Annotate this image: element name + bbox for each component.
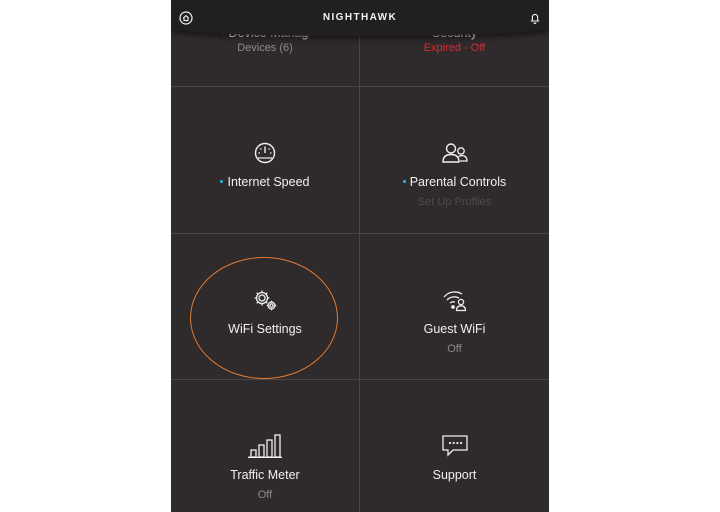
speedometer-icon <box>254 142 276 164</box>
tile-label: Support <box>432 468 477 482</box>
tile-status: Set Up Profiles <box>417 196 492 208</box>
tile-parental-controls[interactable]: Parental Controls Set Up Profiles <box>360 87 549 233</box>
bell-icon[interactable] <box>528 11 542 25</box>
new-indicator-dot <box>220 180 224 184</box>
chat-bubble-icon <box>441 435 468 457</box>
bar-chart-icon <box>248 434 282 458</box>
tile-label: Guest WiFi <box>423 322 486 336</box>
new-indicator-dot <box>402 180 406 184</box>
tile-traffic-meter[interactable]: Traffic Meter Off <box>171 380 359 512</box>
tile-label: Parental Controls <box>402 175 506 189</box>
app-logo: NIGHTHAWK <box>322 12 398 23</box>
guest-wifi-icon <box>443 291 466 312</box>
tile-internet-speed[interactable]: Internet Speed <box>171 87 359 233</box>
users-icon <box>441 143 468 163</box>
tile-status: Off <box>257 489 273 501</box>
tile-status: Expired - Off <box>423 42 486 54</box>
tile-support[interactable]: Support <box>360 380 549 512</box>
tile-guest-wifi[interactable]: Guest WiFi Off <box>360 234 549 379</box>
app-header: NIGHTHAWK <box>171 0 549 36</box>
highlight-ring <box>190 257 338 379</box>
tile-label: Traffic Meter <box>230 468 300 482</box>
app-screen: NIGHTHAWK Device Manag Devices (6) Secur… <box>171 0 549 512</box>
tile-label: Internet Speed <box>220 175 310 189</box>
tile-status: Devices (6) <box>237 42 293 54</box>
tile-status: Off <box>447 343 462 355</box>
